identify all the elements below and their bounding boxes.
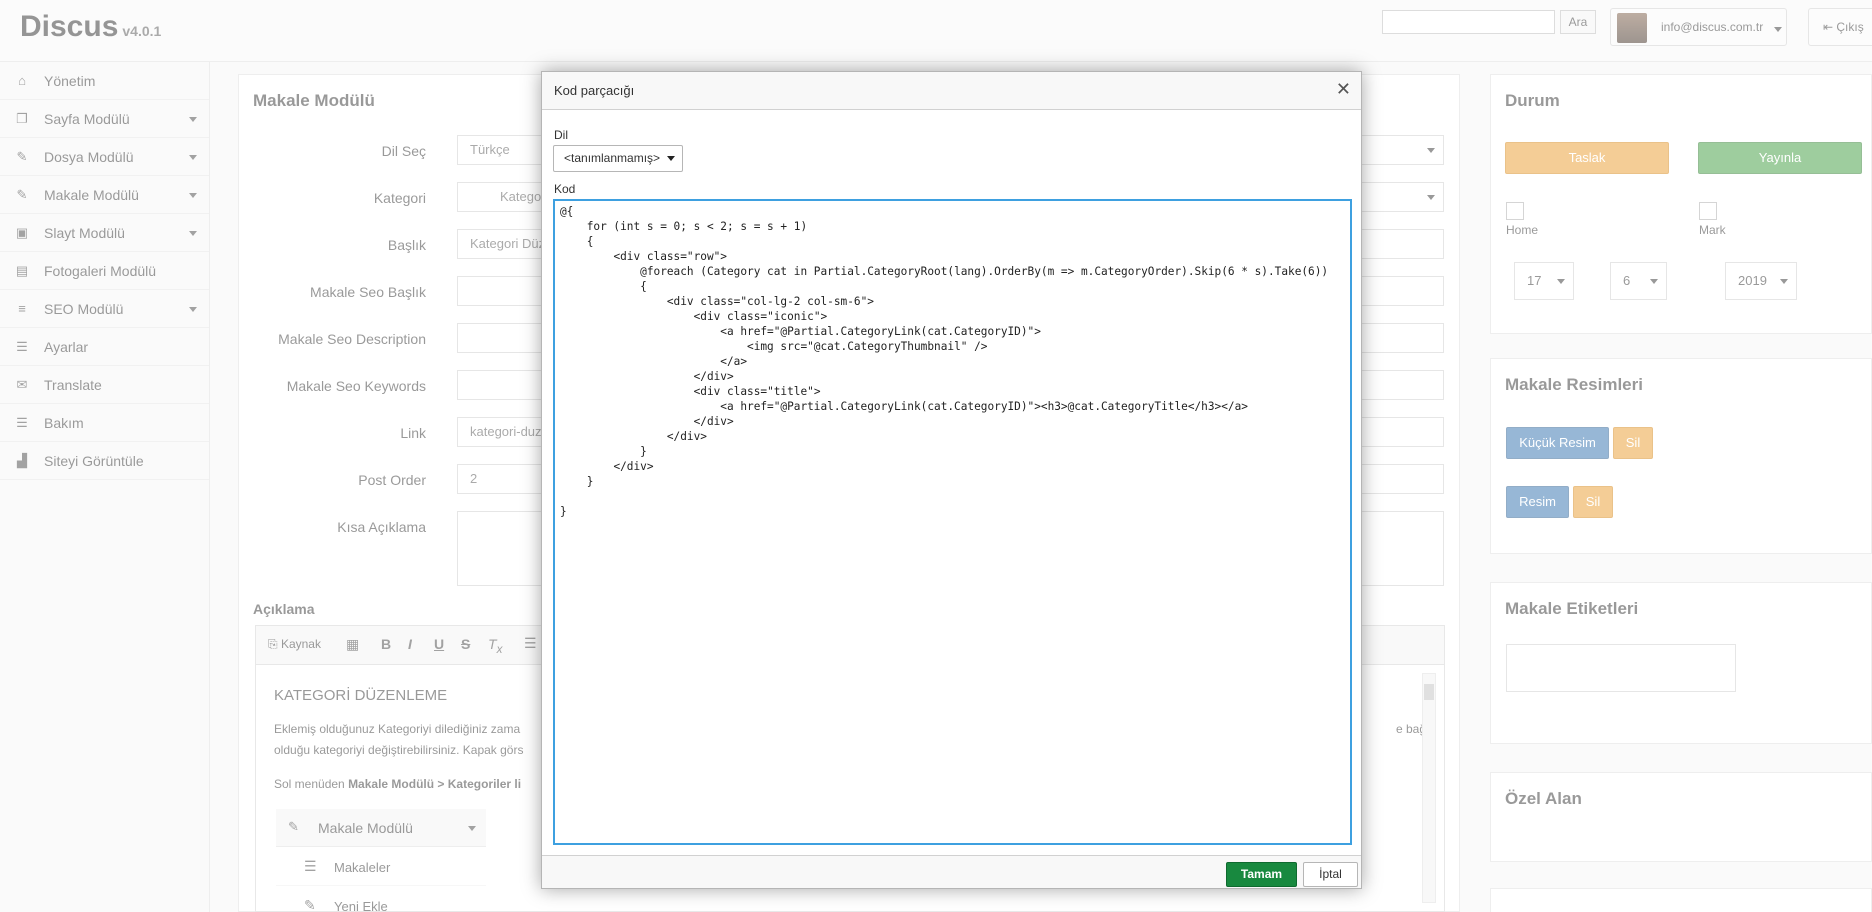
dialog-lang-label: Dil: [554, 128, 568, 142]
dialog-code-label: Kod: [554, 182, 576, 196]
dialog-lang-select[interactable]: <tanımlanmamış>: [553, 145, 683, 172]
dialog-header: Kod parçacığı ✕: [542, 72, 1361, 110]
ok-button[interactable]: Tamam: [1226, 862, 1297, 887]
dialog-title: Kod parçacığı: [554, 83, 635, 98]
dialog-lang-value: <tanımlanmamış>: [564, 151, 661, 165]
code-snippet-dialog: Kod parçacığı ✕ Dil <tanımlanmamış> Kod …: [541, 71, 1362, 889]
chevron-down-icon: [667, 156, 675, 161]
code-textarea[interactable]: @{ for (int s = 0; s < 2; s = s + 1) { <…: [553, 199, 1352, 845]
cancel-button[interactable]: İptal: [1303, 862, 1358, 887]
close-icon[interactable]: ✕: [1336, 79, 1351, 99]
